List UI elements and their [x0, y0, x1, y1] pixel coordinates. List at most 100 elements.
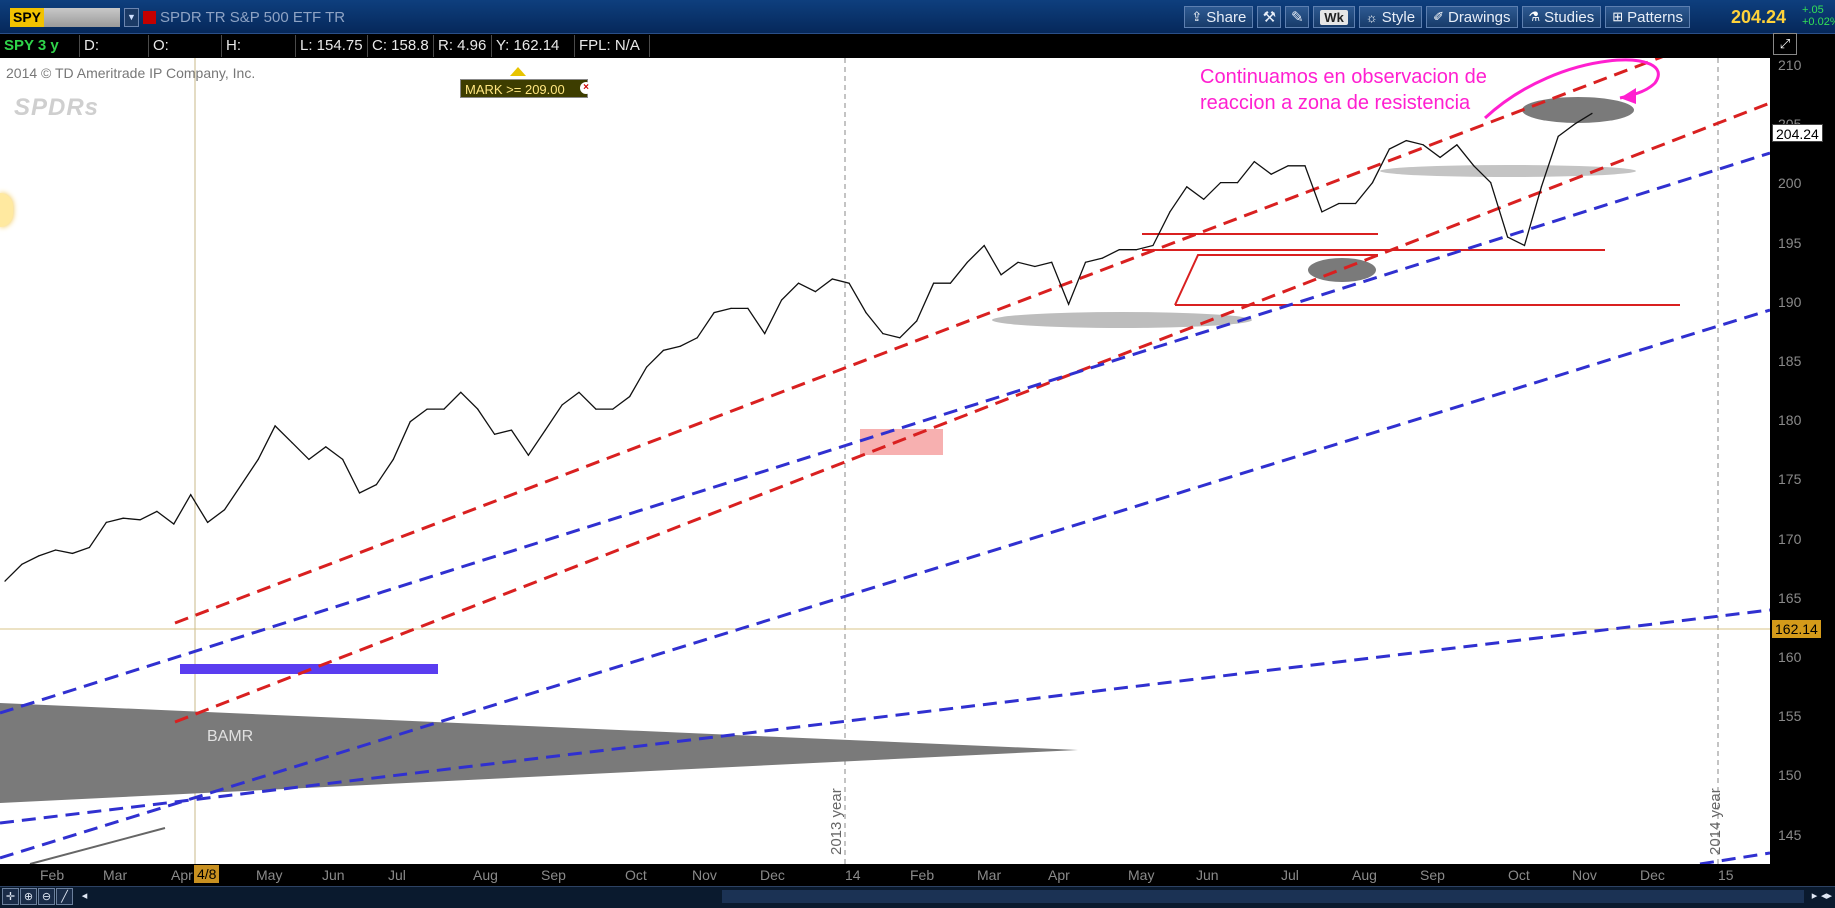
price-point: [4, 580, 6, 582]
y-tick-label: 195: [1778, 234, 1802, 251]
price-point: [814, 291, 817, 293]
price-point: [1169, 211, 1171, 213]
annotation-line-1: Continuamos en observacion de: [1200, 66, 1487, 88]
price-point: [274, 425, 276, 427]
price-point: [679, 345, 681, 347]
mark-alert[interactable]: MARK >= 209.00: [460, 79, 588, 98]
price-point: [612, 408, 614, 410]
price-point: [308, 458, 310, 460]
scroll-left-icon[interactable]: ◂: [76, 888, 93, 905]
price-point: [122, 517, 124, 519]
expand-icon[interactable]: ◂▸: [1818, 888, 1835, 905]
price-point: [1253, 161, 1255, 163]
x-tick-label: Nov: [692, 867, 717, 883]
high-value: H: 159.71: [222, 35, 296, 76]
symbol-field[interactable]: SPY: [10, 8, 44, 27]
price-point: [848, 282, 850, 284]
chart-plot-area[interactable]: [0, 58, 1770, 864]
price-point: [983, 244, 985, 247]
x-tick-label: Feb: [40, 867, 65, 883]
year-2013-label: 2013 year: [828, 788, 845, 855]
price-point: [949, 282, 952, 284]
price-point: [899, 337, 901, 339]
patterns-icon: ⊞: [1612, 9, 1624, 24]
price-point: [71, 552, 74, 554]
close-alert-icon[interactable]: ×: [580, 82, 592, 94]
fpl-value: FPL: N/A: [575, 35, 650, 57]
wrench-button[interactable]: ⚒: [1257, 6, 1282, 28]
price-point: [21, 563, 23, 565]
x-tick-label: Feb: [910, 867, 935, 883]
price-point: [1287, 165, 1289, 167]
y-tick-label: 200: [1778, 175, 1802, 192]
low-value: L: 154.75: [296, 35, 368, 57]
price-point: [139, 519, 141, 521]
price-point: [223, 509, 226, 511]
y-value: Y: 162.14: [492, 35, 575, 57]
price-point: [797, 282, 800, 284]
price-point: [544, 429, 546, 431]
price-point: [190, 494, 192, 496]
patterns-button[interactable]: ⊞ Patterns: [1605, 6, 1690, 28]
net-change-value: +.05: [1802, 4, 1824, 16]
price-point: [207, 521, 209, 523]
price-point: [409, 421, 411, 423]
wk-badge: Wk: [1320, 9, 1348, 25]
zoom-in-icon[interactable]: ⊕: [20, 888, 37, 905]
price-point: [1456, 144, 1458, 146]
x-tick-label: 14: [845, 867, 861, 883]
y-tick-label: 175: [1778, 471, 1802, 488]
symbol-dropdown-button[interactable]: ▼: [124, 8, 139, 27]
studies-button[interactable]: ⚗ Studies: [1521, 6, 1602, 28]
date-value: D: 4/8/13: [80, 35, 149, 76]
drawings-button[interactable]: ✐ Drawings: [1426, 6, 1518, 28]
style-button[interactable]: ☼ Style: [1358, 6, 1423, 28]
price-point: [646, 366, 648, 368]
symbol-input[interactable]: [44, 8, 120, 27]
price-point: [747, 307, 749, 309]
zoom-out-icon[interactable]: ⊖: [38, 888, 55, 905]
x-tick-label: Aug: [1352, 867, 1377, 883]
x-tick-label: Sep: [1420, 867, 1445, 883]
open-value: O: 155.27: [149, 35, 222, 76]
x-tick-label: Mar: [977, 867, 1002, 883]
crosshair-price-tag: 162.14: [1772, 620, 1821, 638]
share-button[interactable]: ⇪ Share: [1184, 6, 1254, 28]
red-trend-upper: [174, 58, 1664, 625]
price-point: [510, 429, 513, 431]
close-value: C: 158.8: [368, 35, 434, 57]
y-tick-label: 165: [1778, 589, 1802, 606]
y-tick-label: 190: [1778, 293, 1802, 310]
x-tick-label: Oct: [625, 867, 647, 883]
price-point: [443, 408, 445, 410]
ruler-button[interactable]: ✎: [1285, 6, 1310, 28]
price-point: [1355, 202, 1357, 205]
pan-icon[interactable]: ✛: [2, 888, 19, 905]
price-point: [882, 333, 884, 335]
annotation-text: Continuamos en observacion de reaccion a…: [1200, 64, 1540, 116]
aggregation-button[interactable]: Wk: [1313, 6, 1355, 28]
price-point: [1068, 303, 1070, 305]
price-point: [578, 391, 580, 393]
price-point: [1422, 144, 1424, 146]
price-point: [831, 278, 833, 280]
last-price: 204.24: [1731, 7, 1787, 27]
draw-line-icon[interactable]: ╱: [56, 888, 73, 905]
annotation-line-2: reaccion a zona de resistencia: [1200, 92, 1471, 114]
price-point: [1388, 148, 1390, 150]
x-tick-label: Jul: [388, 867, 406, 883]
price-point: [325, 446, 327, 448]
support-ellipse-2: [1308, 258, 1376, 282]
symbol-color-indicator: [143, 11, 156, 24]
price-point: [1557, 135, 1559, 137]
price-point: [1118, 249, 1120, 251]
x-tick-label: Apr: [1048, 867, 1070, 883]
chart-settings-icon[interactable]: ⤢: [1773, 33, 1797, 55]
chart-svg: [0, 58, 1770, 864]
scroll-track[interactable]: [722, 890, 1804, 903]
range-value: R: 4.96: [434, 35, 492, 57]
x-tick-label: Apr: [171, 867, 193, 883]
y-tick-label: 210: [1778, 57, 1802, 73]
symbol-period[interactable]: SPY 3 y W: [0, 35, 80, 76]
price-point: [527, 454, 530, 456]
